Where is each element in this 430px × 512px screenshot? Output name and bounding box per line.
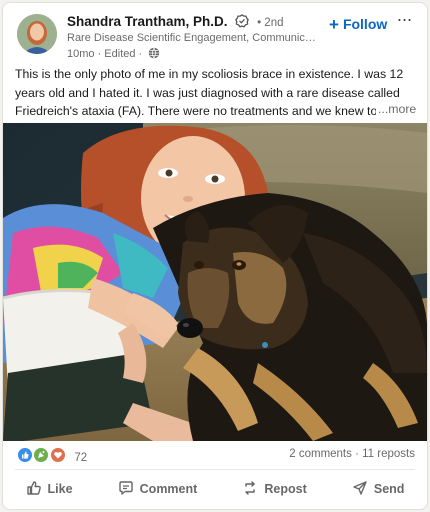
love-reaction-icon: [49, 447, 66, 468]
reposts-count[interactable]: 11 reposts: [362, 448, 415, 460]
comment-label: Comment: [139, 482, 198, 496]
globe-icon: [148, 47, 160, 62]
plus-icon: +: [329, 15, 339, 34]
action-bar: Like Comment Repost Send: [3, 473, 427, 505]
author-avatar[interactable]: [17, 14, 57, 54]
verified-icon: [235, 14, 250, 31]
divider: [15, 469, 415, 470]
post-meta: 10mo · Edited ·: [67, 47, 160, 62]
post-card: Shandra Trantham, Ph.D. • 2nd Rare Disea…: [2, 2, 428, 510]
reaction-count: 72: [74, 451, 88, 464]
counts-separator: ·: [355, 448, 359, 460]
send-icon: [352, 480, 368, 499]
post-header: Shandra Trantham, Ph.D. • 2nd Rare Disea…: [3, 3, 427, 63]
reactions[interactable]: 72: [17, 447, 88, 464]
social-counts: 72 2 comments · 11 reposts: [3, 441, 427, 467]
more-options-icon[interactable]: ···: [391, 10, 417, 33]
comment-icon: [118, 480, 134, 499]
thumbs-up-icon: [26, 480, 42, 499]
follow-button[interactable]: + Follow: [323, 13, 393, 35]
connection-degree: • 2nd: [257, 17, 284, 29]
degree-label: 2nd: [264, 17, 284, 29]
author-name[interactable]: Shandra Trantham, Ph.D.: [67, 14, 228, 29]
follow-label: Follow: [342, 16, 388, 32]
send-label: Send: [373, 482, 405, 496]
author-headline: Rare Disease Scientific Engagement, Comm…: [67, 32, 319, 44]
post-text: This is the only photo of me in my scoli…: [15, 67, 404, 118]
author-name-row: Shandra Trantham, Ph.D. • 2nd: [67, 14, 283, 31]
comments-count[interactable]: 2 comments: [289, 448, 352, 460]
send-button[interactable]: Send: [340, 473, 417, 505]
celebrate-reaction-icon: [33, 447, 50, 468]
like-button[interactable]: Like: [14, 473, 85, 505]
comment-button[interactable]: Comment: [106, 473, 210, 505]
repost-icon: [242, 480, 258, 499]
repost-button[interactable]: Repost: [230, 473, 318, 505]
see-more-link[interactable]: ...more: [376, 102, 417, 116]
like-reaction-icon: [17, 447, 33, 468]
repost-label: Repost: [264, 482, 307, 496]
engagement-counts: 2 comments · 11 reposts: [289, 448, 415, 460]
like-label: Like: [47, 482, 73, 496]
post-photo[interactable]: [3, 123, 427, 441]
post-time: 10mo · Edited ·: [67, 48, 143, 60]
